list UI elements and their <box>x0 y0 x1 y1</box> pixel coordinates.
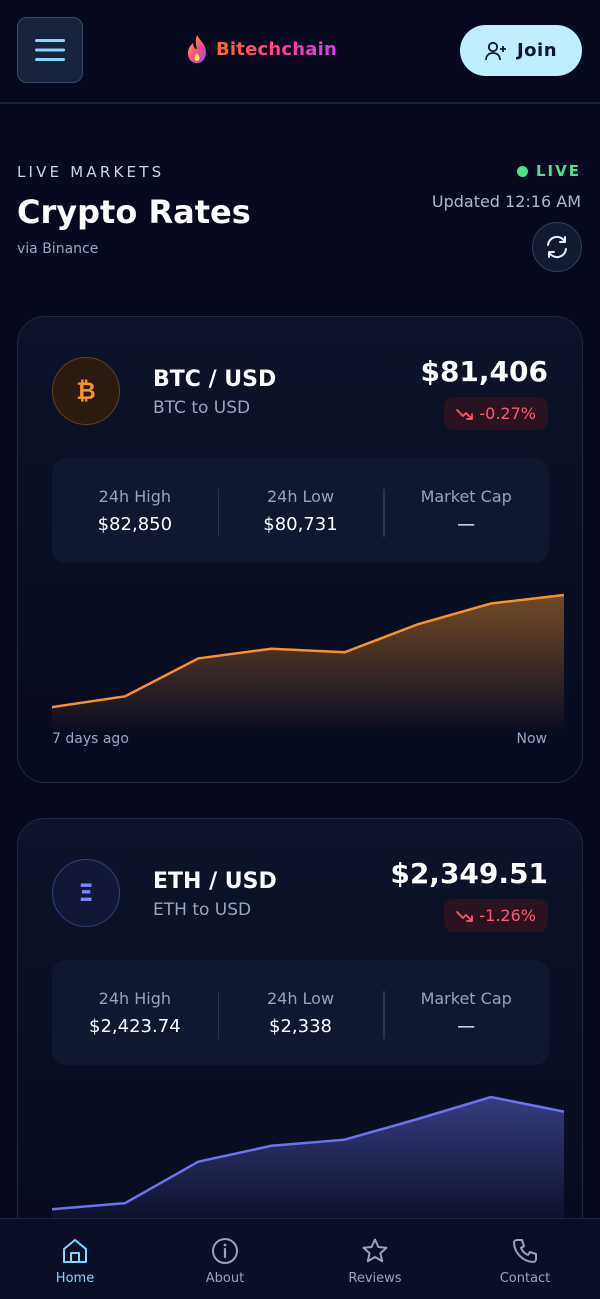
brand-logo[interactable]: Bitechchain <box>186 34 337 64</box>
top-bar: Bitechchain Join <box>0 0 600 104</box>
nav-item-reviews[interactable]: Reviews <box>300 1219 450 1299</box>
pair-subtitle: ETH to USD <box>153 900 252 920</box>
refresh-icon <box>547 235 567 259</box>
phone-icon <box>513 1239 537 1263</box>
home-icon <box>63 1239 87 1263</box>
stats-panel: 24h High $82,850 24h Low $80,731 Market … <box>52 458 549 563</box>
price-sparkline <box>52 593 564 732</box>
stat-label: 24h High <box>98 988 172 1008</box>
ethereum-icon: Ξ <box>52 859 120 927</box>
axis-start-label: 7 days ago <box>52 731 129 747</box>
change-badge: -1.26% <box>444 899 548 932</box>
stat-value: — <box>457 1015 476 1037</box>
nav-label: Reviews <box>348 1271 402 1286</box>
section-eyebrow: LIVE MARKETS <box>17 163 165 181</box>
nav-item-contact[interactable]: Contact <box>450 1219 600 1299</box>
refresh-button[interactable] <box>532 222 582 272</box>
change-badge: -0.27% <box>444 397 548 430</box>
stat-24h-low: 24h Low $2,338 <box>217 988 384 1039</box>
trend-down-icon <box>456 910 474 922</box>
info-icon <box>212 1238 238 1264</box>
nav-label: Home <box>55 1271 95 1286</box>
pair-name: ETH / USD <box>153 869 277 894</box>
brand-name: Bitechchain <box>216 38 338 60</box>
trend-down-icon <box>456 408 474 420</box>
pair-name: BTC / USD <box>153 367 277 392</box>
stat-value: — <box>457 513 476 535</box>
bottom-nav: Home About Reviews Contact <box>0 1218 600 1299</box>
stat-label: Market Cap <box>420 988 512 1008</box>
stat-label: 24h Low <box>266 988 335 1008</box>
join-label: Join <box>516 40 558 61</box>
axis-end-label: Now <box>516 731 548 747</box>
change-value: -0.27% <box>479 404 536 423</box>
market-card-btc[interactable]: ₿ BTC / USD BTC to USD $81,406 -0.27% 24… <box>17 316 583 783</box>
sparkline-area <box>52 1097 564 1234</box>
stat-market-cap: Market Cap — <box>383 988 549 1039</box>
star-icon <box>362 1238 388 1263</box>
stat-value: $2,423.74 <box>89 1015 181 1037</box>
nav-item-home[interactable]: Home <box>0 1219 150 1299</box>
pair-subtitle: BTC to USD <box>153 398 251 418</box>
updated-time: Updated 12:16 AM <box>431 192 581 211</box>
bitcoin-icon: ₿ <box>52 357 120 425</box>
data-source: via Binance <box>17 241 99 257</box>
stat-24h-high: 24h High $82,850 <box>52 487 218 535</box>
stat-value: $80,731 <box>263 513 338 535</box>
stat-label: Market Cap <box>420 486 512 506</box>
stat-value: $82,850 <box>97 513 173 535</box>
live-indicator: LIVE <box>517 162 581 180</box>
change-value: -1.26% <box>479 906 536 925</box>
nav-label: About <box>205 1271 245 1286</box>
live-dot-icon <box>517 165 528 177</box>
market-card-eth[interactable]: Ξ ETH / USD ETH to USD $2,349.51 -1.26% … <box>17 818 583 1285</box>
add-user-icon <box>485 41 506 60</box>
stat-market-cap: Market Cap — <box>383 486 549 537</box>
stat-value: $2,338 <box>269 1015 332 1037</box>
price-sparkline <box>52 1095 564 1234</box>
nav-label: Contact <box>499 1271 551 1286</box>
menu-button[interactable] <box>17 17 83 83</box>
price-value: $2,349.51 <box>390 857 548 890</box>
price-value: $81,406 <box>420 355 548 388</box>
hamburger-icon <box>35 39 65 61</box>
stats-panel: 24h High $2,423.74 24h Low $2,338 Market… <box>52 960 549 1065</box>
stat-24h-high: 24h High $2,423.74 <box>52 989 218 1037</box>
live-label: LIVE <box>536 162 581 180</box>
flame-logo-icon <box>188 35 206 63</box>
sparkline-area <box>52 595 564 732</box>
page-title: Crypto Rates <box>17 193 251 231</box>
nav-item-about[interactable]: About <box>150 1219 300 1299</box>
stat-label: 24h Low <box>266 486 335 506</box>
stat-label: 24h High <box>98 486 172 506</box>
stat-24h-low: 24h Low $80,731 <box>217 486 384 537</box>
join-button[interactable]: Join <box>460 25 582 76</box>
